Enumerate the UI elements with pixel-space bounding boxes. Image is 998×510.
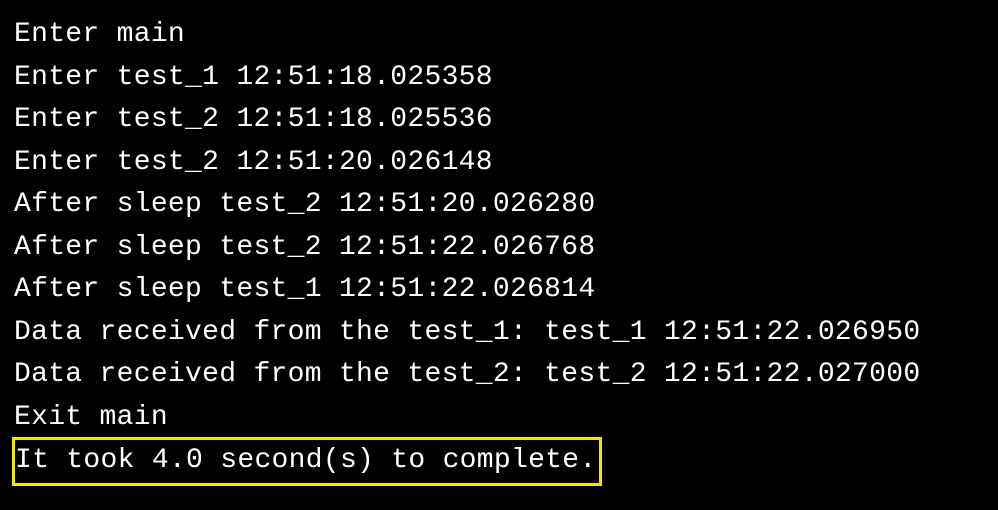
console-line: Enter main xyxy=(14,14,984,57)
console-line: It took 4.0 second(s) to complete. xyxy=(15,445,597,476)
console-line: Data received from the test_2: test_2 12… xyxy=(14,354,984,397)
console-line: After sleep test_2 12:51:20.026280 xyxy=(14,184,984,227)
console-line: After sleep test_2 12:51:22.026768 xyxy=(14,227,984,270)
console-line: Enter test_2 12:51:18.025536 xyxy=(14,99,984,142)
console-line: After sleep test_1 12:51:22.026814 xyxy=(14,269,984,312)
console-line: Enter test_1 12:51:18.025358 xyxy=(14,57,984,100)
console-line: Data received from the test_1: test_1 12… xyxy=(14,312,984,355)
highlighted-output: It took 4.0 second(s) to complete. xyxy=(12,437,602,486)
console-line: Exit main xyxy=(14,397,984,440)
console-line: Enter test_2 12:51:20.026148 xyxy=(14,142,984,185)
